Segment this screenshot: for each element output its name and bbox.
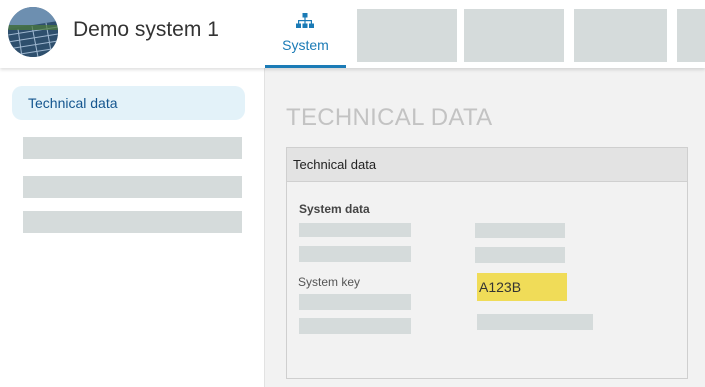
system-key-value-text: A123B — [479, 279, 522, 295]
solar-panels-photo-icon — [8, 7, 58, 57]
system-key-value: A123B — [477, 273, 567, 301]
field-value-redacted — [475, 247, 565, 263]
sidebar-item-redacted-2[interactable] — [23, 176, 242, 198]
tab-system[interactable]: System — [265, 0, 346, 68]
system-name: Demo system 1 — [73, 18, 219, 41]
field-value-redacted — [475, 223, 565, 238]
field-label-redacted — [299, 246, 411, 262]
system-avatar[interactable] — [8, 7, 58, 57]
sidebar-item-label: Technical data — [28, 95, 118, 111]
tab-redacted-1[interactable] — [357, 9, 457, 62]
hierarchy-icon — [296, 13, 314, 28]
panel-title: Technical data — [293, 157, 377, 172]
page-title: TECHNICAL DATA — [286, 104, 493, 131]
sidebar-item-redacted-3[interactable] — [23, 211, 242, 233]
system-key-label: System key — [298, 275, 361, 289]
field-label-redacted — [299, 318, 411, 334]
tab-redacted-2[interactable] — [464, 9, 564, 62]
sidebar-item-redacted-1[interactable] — [23, 137, 242, 159]
active-tab-indicator — [265, 65, 346, 68]
panel-header[interactable]: Technical data — [287, 148, 687, 182]
technical-data-panel: Technical data System data System key A1… — [286, 147, 688, 379]
tab-redacted-3[interactable] — [574, 9, 667, 62]
field-value-redacted — [477, 314, 593, 330]
tab-redacted-4[interactable] — [677, 9, 705, 62]
tab-system-label: System — [282, 37, 329, 53]
section-title: System data — [299, 202, 370, 216]
field-label-redacted — [299, 223, 411, 237]
sidebar-item-technical-data[interactable]: Technical data — [12, 86, 245, 120]
field-label-redacted — [299, 294, 411, 310]
top-header: Demo system 1 System — [0, 0, 705, 68]
sidebar: Technical data — [0, 68, 265, 387]
